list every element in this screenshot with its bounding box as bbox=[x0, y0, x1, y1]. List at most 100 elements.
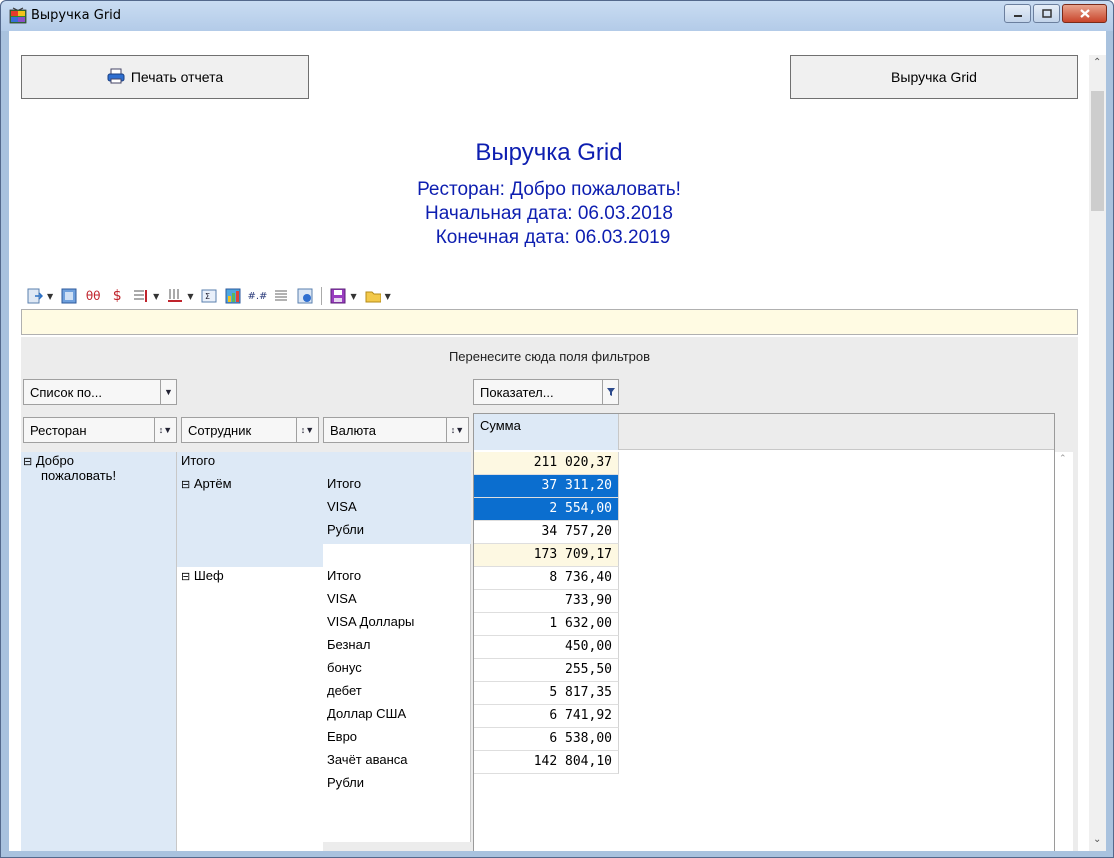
row-field-employee[interactable]: Сотрудник ↕▼ bbox=[181, 417, 319, 443]
close-icon bbox=[1079, 9, 1090, 18]
data-field-label: Показател... bbox=[480, 384, 554, 400]
report-restaurant: Ресторан: Добро пожаловать! bbox=[417, 179, 681, 200]
employee-column-highlight bbox=[177, 452, 323, 567]
value-cell[interactable]: 2 554,00 bbox=[474, 498, 619, 521]
restaurant-column bbox=[21, 452, 177, 851]
currency-row: дебет bbox=[327, 683, 362, 698]
minimize-icon bbox=[1013, 14, 1022, 17]
employee-row-artem[interactable]: ⊟ Артём bbox=[181, 476, 232, 491]
value-cell[interactable]: 5 817,35 bbox=[474, 682, 619, 705]
toolbar-separator bbox=[321, 287, 323, 305]
currency-row: VISA bbox=[327, 591, 357, 606]
link-icon[interactable]: $ bbox=[109, 288, 125, 304]
row-field-restaurant[interactable]: Ресторан ↕▼ bbox=[23, 417, 177, 443]
open-folder-icon[interactable] bbox=[365, 288, 381, 304]
restaurant-name-line-1: Добро bbox=[35, 453, 74, 468]
currency-row: Рубли bbox=[327, 522, 365, 537]
currency-row: Доллар США bbox=[327, 706, 407, 721]
value-cell[interactable]: 450,00 bbox=[474, 636, 619, 659]
value-cell[interactable]: 37 311,20 bbox=[474, 475, 619, 498]
column-layout-dropdown-icon[interactable]: ▼ bbox=[187, 292, 193, 301]
value-cell[interactable]: 8 736,40 bbox=[474, 567, 619, 590]
value-cell[interactable]: 173 709,17 bbox=[474, 544, 619, 567]
row-field-currency-label: Валюта bbox=[330, 422, 376, 438]
totals-icon[interactable]: Σ bbox=[201, 288, 217, 304]
currency-row: Итого bbox=[327, 476, 362, 491]
close-button[interactable] bbox=[1062, 4, 1107, 23]
maximize-button[interactable] bbox=[1033, 4, 1060, 23]
filter-drop-hint: Перенесите сюда поля фильтров bbox=[448, 349, 651, 364]
data-field-button[interactable]: Показател... bbox=[473, 379, 619, 405]
list-field-label: Список по... bbox=[30, 384, 102, 400]
currency-row: Безнал bbox=[327, 637, 371, 652]
export-icon[interactable] bbox=[27, 288, 43, 304]
window-scrollbar[interactable]: ⌃ ⌄ bbox=[1089, 55, 1106, 851]
collapse-icon[interactable]: ⊟ bbox=[23, 456, 32, 468]
row-layout-icon[interactable] bbox=[133, 288, 149, 304]
collapse-icon[interactable]: ⊟ bbox=[181, 571, 190, 583]
value-cell[interactable]: 34 757,20 bbox=[474, 521, 619, 544]
restaurant-row-label[interactable]: ⊟ Добро bbox=[23, 453, 74, 468]
grid-scrollbar[interactable]: ⌃ bbox=[1055, 452, 1073, 851]
currency-row: Зачёт аванса bbox=[327, 752, 408, 767]
employee-name: Артём bbox=[193, 476, 232, 491]
pivot-toolbar: ▼ θθ $ ▼ ▼ Σ #.# ▼ ▼ bbox=[27, 284, 391, 308]
printer-icon bbox=[107, 68, 125, 87]
value-cell[interactable]: 142 804,10 bbox=[474, 751, 619, 774]
revenue-grid-label: Выручка Grid bbox=[891, 69, 977, 85]
save-icon[interactable] bbox=[330, 288, 346, 304]
sort-dropdown-icon: ↕▼ bbox=[154, 418, 176, 442]
print-report-button[interactable]: Печать отчета bbox=[21, 55, 309, 99]
column-layout-icon[interactable] bbox=[167, 288, 183, 304]
grouping-icon[interactable]: θθ bbox=[85, 288, 101, 304]
scroll-down-icon[interactable]: ⌄ bbox=[1093, 834, 1101, 845]
restaurant-name-line-2: пожаловать! bbox=[41, 468, 117, 483]
currency-row: Рубли bbox=[327, 775, 365, 790]
restaurant-total-label: Итого bbox=[181, 453, 216, 468]
data-area: Сумма 211 020,37 37 311,20 2 554,00 34 757,… bbox=[473, 413, 1055, 851]
app-grid-icon bbox=[9, 7, 27, 25]
pivot-grid: Перенесите сюда поля фильтров Список по.… bbox=[21, 337, 1078, 851]
chart-icon[interactable] bbox=[225, 288, 241, 304]
open-dropdown-icon[interactable]: ▼ bbox=[385, 292, 391, 301]
list-field-button[interactable]: Список по... ▼ bbox=[23, 379, 177, 405]
save-dropdown-icon[interactable]: ▼ bbox=[350, 292, 356, 301]
minimize-button[interactable] bbox=[1004, 4, 1031, 23]
row-field-currency[interactable]: Валюта ↕▼ bbox=[323, 417, 469, 443]
scroll-up-icon[interactable]: ⌃ bbox=[1059, 454, 1067, 464]
employee-column bbox=[177, 567, 323, 851]
title-bar[interactable]: Выручка Grid bbox=[1, 1, 1113, 31]
row-header-area: ⊟ Добро пожаловать! Итого ⊟ Артём ⊟ Шеф … bbox=[21, 452, 473, 851]
currency-row: VISA bbox=[327, 499, 357, 514]
value-cell[interactable]: 211 020,37 bbox=[474, 452, 619, 475]
value-cell[interactable]: 255,50 bbox=[474, 659, 619, 682]
scroll-up-icon[interactable]: ⌃ bbox=[1093, 57, 1101, 68]
employee-name: Шеф bbox=[193, 568, 224, 583]
value-cell[interactable]: 6 741,92 bbox=[474, 705, 619, 728]
value-cell[interactable]: 6 538,00 bbox=[474, 728, 619, 751]
export-dropdown-icon[interactable]: ▼ bbox=[47, 292, 53, 301]
svg-text:Σ: Σ bbox=[205, 292, 210, 301]
sort-dropdown-icon: ↕▼ bbox=[296, 418, 318, 442]
text-align-icon[interactable] bbox=[273, 288, 289, 304]
revenue-grid-button[interactable]: Выручка Grid bbox=[790, 55, 1078, 99]
value-cell[interactable]: 1 632,00 bbox=[474, 613, 619, 636]
column-header-sum[interactable]: Сумма bbox=[474, 414, 619, 450]
employee-row-chef[interactable]: ⊟ Шеф bbox=[181, 568, 224, 583]
expand-all-icon[interactable] bbox=[61, 288, 77, 304]
filter-icon bbox=[602, 380, 618, 404]
window-client: Печать отчета Выручка Grid Выручка Grid … bbox=[9, 31, 1106, 851]
currency-row: Евро bbox=[327, 729, 358, 744]
row-layout-dropdown-icon[interactable]: ▼ bbox=[153, 292, 159, 301]
app-window: Выручка Grid Печать отчета Выручка Grid … bbox=[0, 0, 1114, 858]
filter-bar[interactable] bbox=[21, 309, 1078, 335]
number-format-icon[interactable]: #.# bbox=[248, 288, 268, 304]
value-cell[interactable]: 733,90 bbox=[474, 590, 619, 613]
currency-row: бонус bbox=[327, 660, 362, 675]
column-header-filler bbox=[619, 414, 1054, 450]
report-start-date: Начальная дата: 06.03.2018 bbox=[425, 203, 673, 224]
collapse-icon[interactable]: ⊟ bbox=[181, 479, 190, 491]
scrollbar-thumb[interactable] bbox=[1091, 91, 1104, 211]
row-field-employee-label: Сотрудник bbox=[188, 422, 252, 438]
properties-icon[interactable] bbox=[297, 288, 313, 304]
